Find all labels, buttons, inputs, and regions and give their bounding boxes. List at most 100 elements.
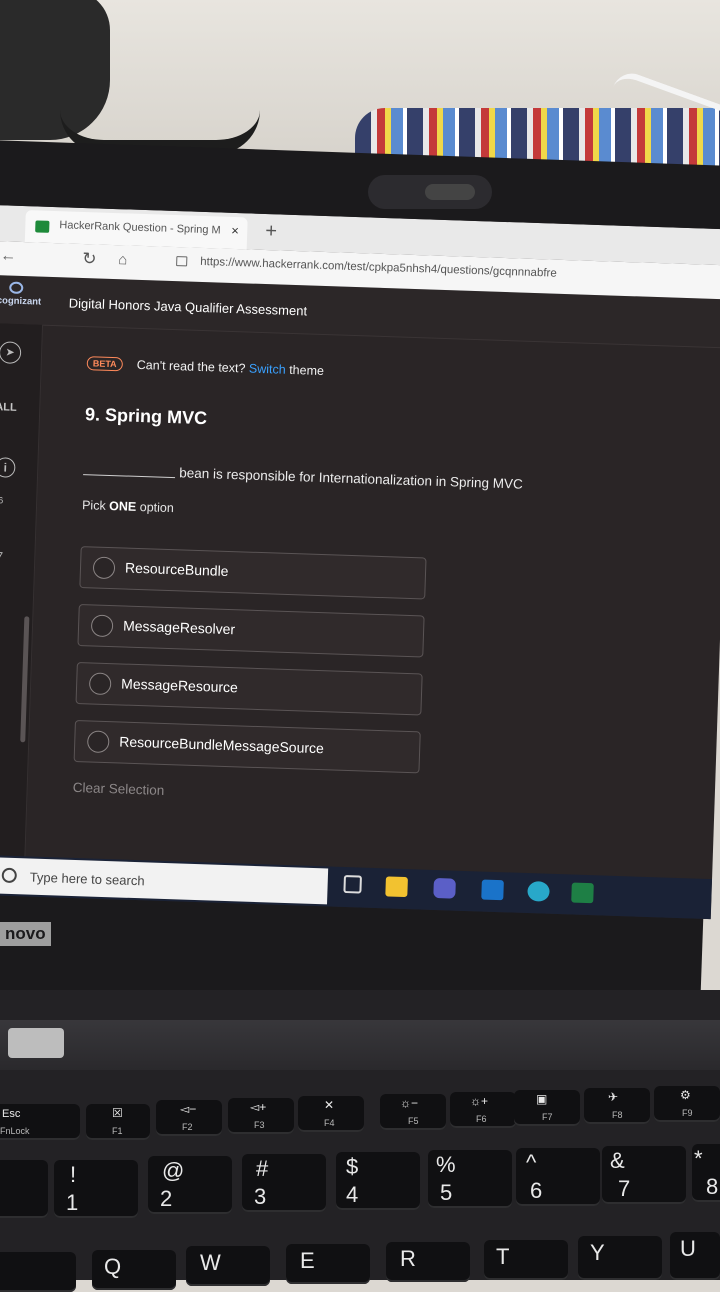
- key-u[interactable]: U: [670, 1232, 720, 1280]
- key-4[interactable]: $ 4: [336, 1152, 420, 1210]
- key-6[interactable]: ^ 6: [516, 1148, 600, 1206]
- hackerrank-favicon-icon: [35, 220, 50, 233]
- f2-key[interactable]: ◅− F2: [156, 1100, 222, 1136]
- f7-key[interactable]: ▣ F7: [514, 1090, 580, 1126]
- clear-selection-link[interactable]: Clear Selection: [72, 780, 164, 798]
- key-e[interactable]: E: [286, 1244, 370, 1284]
- fill-in-blank: [83, 474, 176, 479]
- cant-read-text: Can't read the text?: [136, 357, 246, 376]
- esc-label: Esc: [2, 1108, 21, 1120]
- volume-down-icon: ◅−: [180, 1102, 197, 1116]
- key-2-bottom: 2: [160, 1186, 173, 1211]
- key-3[interactable]: # 3: [242, 1154, 326, 1212]
- radio-button[interactable]: [88, 672, 112, 696]
- option-messageresource[interactable]: MessageResource: [75, 661, 423, 716]
- key-r[interactable]: R: [386, 1242, 470, 1282]
- beta-badge: BETA: [86, 356, 123, 372]
- key-7-bottom: 7: [618, 1176, 631, 1201]
- backtick-key[interactable]: [0, 1160, 48, 1218]
- lock-icon: [176, 256, 188, 267]
- key-1-bottom: 1: [66, 1190, 79, 1215]
- outlook-icon[interactable]: [481, 879, 504, 901]
- home-icon[interactable]: ⌂: [118, 251, 128, 268]
- file-explorer-icon[interactable]: [385, 876, 408, 898]
- back-arrow-icon[interactable]: ←: [0, 247, 17, 266]
- key-u-label: U: [680, 1236, 696, 1261]
- f6-key[interactable]: ☼+ F6: [450, 1092, 516, 1128]
- option-label: MessageResolver: [122, 617, 236, 638]
- option-resourcebundle[interactable]: ResourceBundle: [79, 546, 427, 600]
- radio-button[interactable]: [86, 730, 110, 754]
- key-6-top: ^: [526, 1150, 537, 1175]
- key-y[interactable]: Y: [578, 1236, 662, 1280]
- radio-button[interactable]: [92, 556, 116, 580]
- f8-label: F8: [612, 1110, 623, 1120]
- all-questions-link[interactable]: ALL: [0, 401, 17, 414]
- radio-button[interactable]: [90, 614, 114, 638]
- f2-label: F2: [182, 1122, 193, 1132]
- key-3-bottom: 3: [254, 1184, 267, 1209]
- f8-key[interactable]: ✈ F8: [584, 1088, 650, 1124]
- mic-mute-icon: ✕: [324, 1098, 335, 1112]
- pick-count: ONE: [108, 498, 137, 514]
- key-5[interactable]: % 5: [428, 1150, 512, 1208]
- key-5-bottom: 5: [440, 1180, 453, 1205]
- settings-gear-icon: ⚙: [680, 1088, 691, 1102]
- option-label: ResourceBundleMessageSource: [119, 733, 325, 757]
- key-1[interactable]: ! 1: [54, 1160, 138, 1218]
- question-title: 9. Spring MVC: [84, 404, 208, 429]
- switch-theme-link[interactable]: Switch: [249, 362, 286, 377]
- f5-key[interactable]: ☼− F5: [380, 1094, 446, 1130]
- key-2[interactable]: @ 2: [148, 1156, 232, 1214]
- option-resourcebundlemessagesource[interactable]: ResourceBundleMessageSource: [73, 719, 421, 774]
- excel-icon[interactable]: [571, 882, 594, 904]
- key-y-label: Y: [590, 1240, 605, 1265]
- key-4-top: $: [346, 1154, 359, 1179]
- f6-label: F6: [476, 1114, 487, 1124]
- tab-close-icon[interactable]: ×: [231, 223, 239, 238]
- f4-label: F4: [324, 1118, 335, 1128]
- key-r-label: R: [400, 1246, 416, 1271]
- key-w[interactable]: W: [186, 1246, 270, 1286]
- f1-label: F1: [112, 1126, 123, 1136]
- option-label: ResourceBundle: [124, 559, 229, 579]
- key-3-top: #: [256, 1156, 269, 1181]
- f7-label: F7: [542, 1112, 553, 1122]
- question-text: bean is responsible for Internationaliza…: [178, 465, 523, 492]
- new-tab-icon[interactable]: +: [265, 220, 277, 243]
- sidebar-question-7[interactable]: 7: [0, 549, 3, 563]
- key-7[interactable]: & 7: [602, 1146, 686, 1204]
- f4-key[interactable]: ✕ F4: [298, 1096, 364, 1132]
- webcam-lens-icon: [425, 184, 475, 200]
- tab-key[interactable]: [0, 1252, 76, 1292]
- brightness-up-icon: ☼+: [470, 1094, 489, 1108]
- brand-name: cognizant: [0, 295, 42, 308]
- pick-instruction: Pick ONE option: [82, 498, 174, 515]
- option-messageresolver[interactable]: MessageResolver: [77, 604, 425, 658]
- task-view-icon[interactable]: [343, 874, 362, 894]
- teams-icon[interactable]: [433, 877, 456, 899]
- pick-suffix: option: [139, 500, 175, 516]
- esc-key[interactable]: Esc FnLock: [0, 1104, 80, 1140]
- key-q[interactable]: Q: [92, 1250, 176, 1290]
- key-t[interactable]: T: [484, 1240, 568, 1280]
- brightness-down-icon: ☼−: [400, 1096, 419, 1110]
- hinge-cover: [8, 1028, 64, 1058]
- reload-icon[interactable]: ↻: [82, 249, 97, 269]
- f9-label: F9: [682, 1108, 693, 1118]
- fnlock-label: FnLock: [0, 1126, 30, 1136]
- key-8-bottom: 8: [706, 1174, 719, 1199]
- f3-label: F3: [254, 1120, 265, 1130]
- laptop-hinge: [0, 1020, 720, 1070]
- sidebar-question-6[interactable]: 6: [0, 495, 3, 505]
- f3-key[interactable]: ◅+ F3: [228, 1098, 294, 1134]
- display-switch-icon: ▣: [536, 1092, 548, 1106]
- f9-key[interactable]: ⚙ F9: [654, 1086, 720, 1122]
- key-2-top: @: [162, 1158, 185, 1183]
- key-8-top: *: [694, 1146, 703, 1171]
- f1-key[interactable]: ☒ F1: [86, 1104, 150, 1140]
- key-w-label: W: [200, 1250, 221, 1275]
- key-e-label: E: [300, 1248, 315, 1273]
- theme-word: theme: [288, 362, 325, 379]
- key-8[interactable]: * 8: [692, 1144, 720, 1202]
